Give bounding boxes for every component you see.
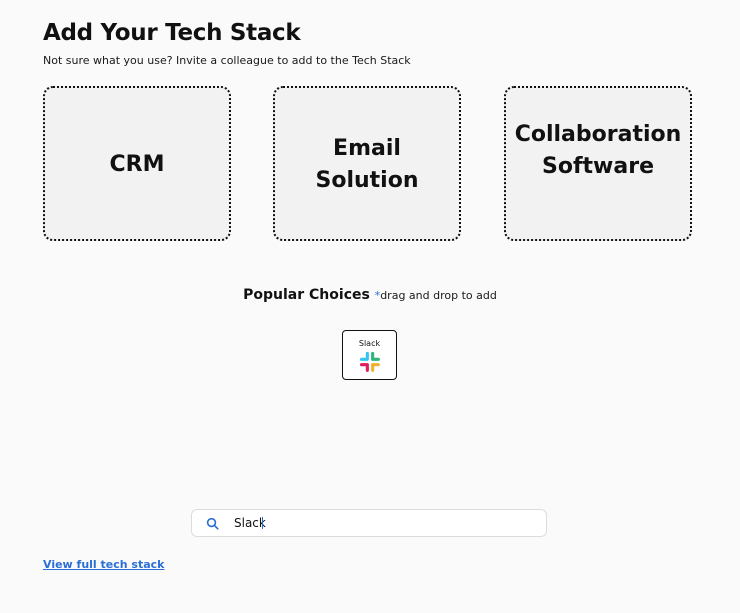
drop-zone-collaboration-software[interactable]: Collaboration Software — [504, 86, 692, 241]
text-cursor — [262, 517, 263, 529]
tool-card-label: Slack — [358, 339, 381, 348]
search-icon — [206, 517, 219, 530]
view-full-tech-stack-link[interactable]: View full tech stack — [43, 558, 165, 571]
popular-choices-heading: Popular Choices *drag and drop to add — [0, 287, 740, 303]
page-title: Add Your Tech Stack — [43, 20, 301, 46]
drop-zone-label: Collaboration Software — [514, 121, 682, 179]
search-input[interactable] — [232, 515, 526, 531]
drop-zone-email-solution[interactable]: Email Solution — [273, 86, 461, 241]
drop-zone-label: Email Solution — [315, 135, 419, 193]
tool-card-slack[interactable]: Slack — [342, 330, 397, 380]
search-bar[interactable] — [191, 509, 547, 537]
page: Add Your Tech Stack Not sure what you us… — [0, 0, 740, 613]
drop-zone-crm[interactable]: CRM — [43, 86, 231, 241]
popular-choices-hint: drag and drop to add — [380, 289, 497, 302]
drop-zone-label: CRM — [109, 151, 165, 177]
page-subtitle: Not sure what you use? Invite a colleagu… — [43, 54, 411, 67]
popular-choices-title: Popular Choices — [243, 287, 370, 303]
slack-logo-icon — [359, 351, 380, 372]
